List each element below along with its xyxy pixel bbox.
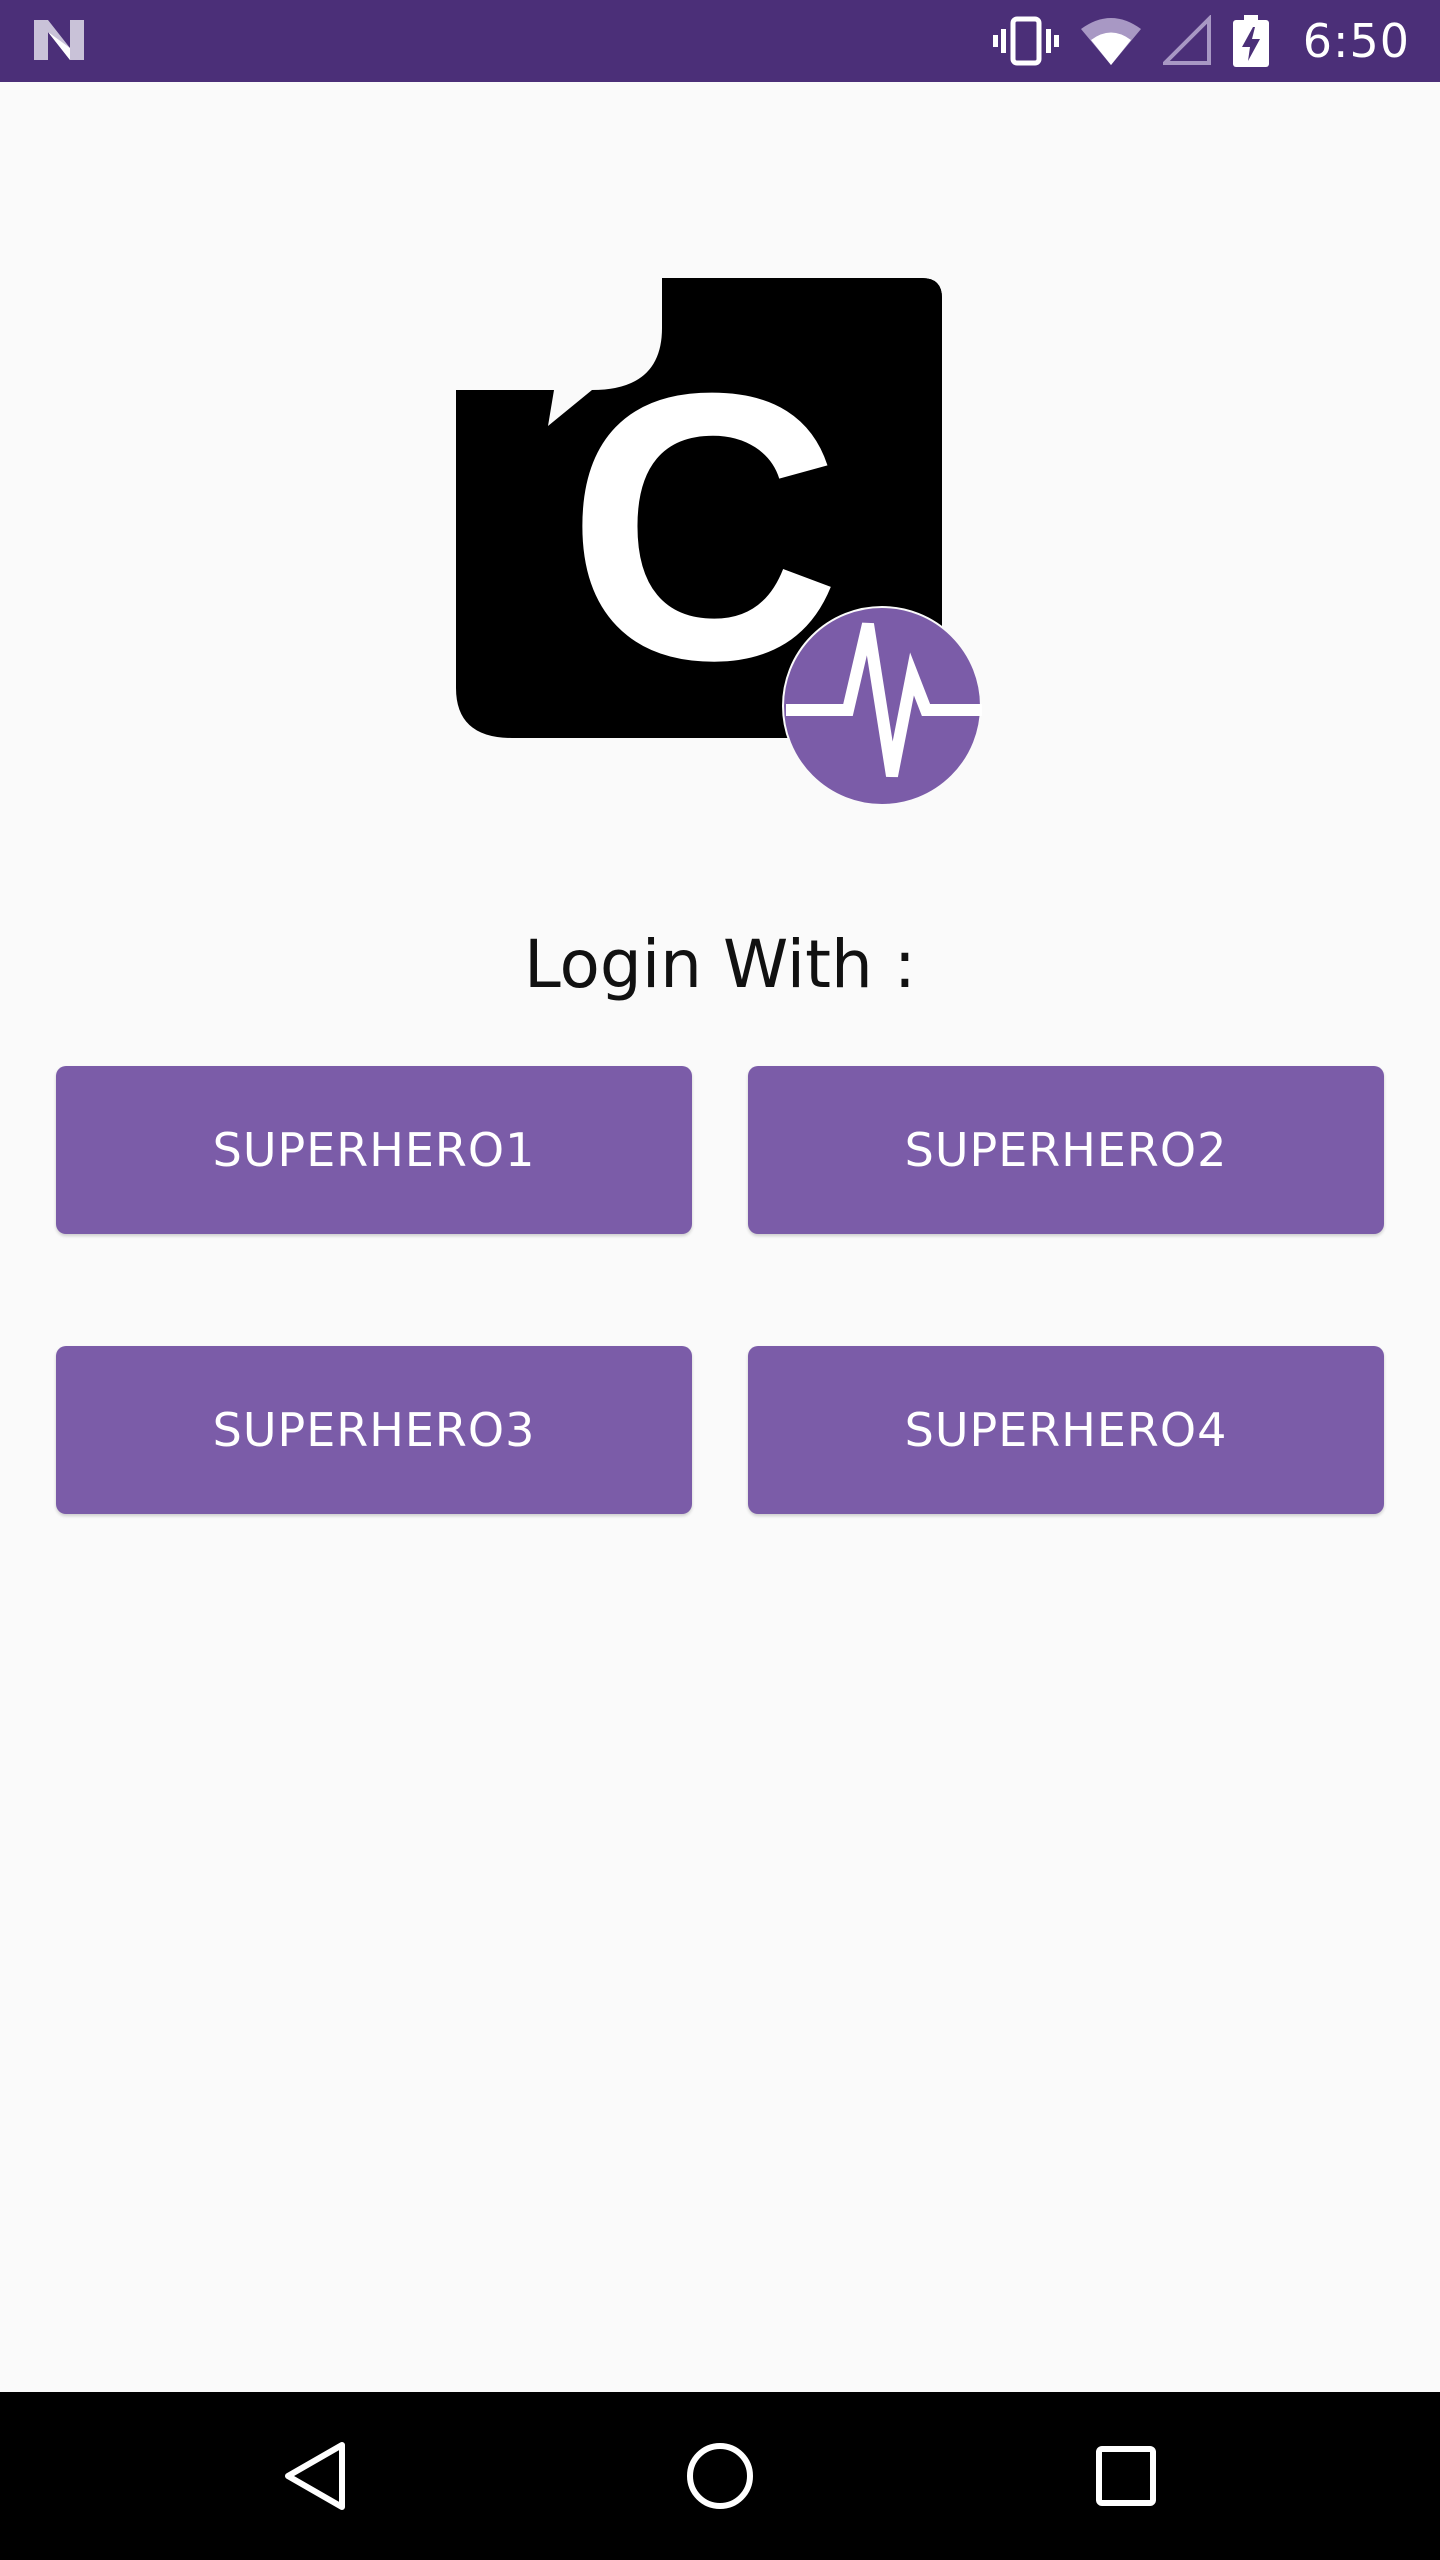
status-icons: 6:50 (992, 0, 1410, 82)
superhero1-button[interactable]: SUPERHERO1 (56, 1066, 692, 1234)
status-bar: 6:50 (0, 0, 1440, 82)
wifi-icon (1080, 18, 1141, 65)
recents-icon (1096, 2446, 1156, 2506)
battery-charging-icon (1232, 15, 1269, 67)
status-time: 6:50 (1302, 14, 1410, 68)
superhero4-button[interactable]: SUPERHERO4 (748, 1346, 1384, 1514)
notification-n-icon (34, 20, 84, 60)
back-button[interactable] (236, 2392, 396, 2560)
login-with-label: Login With : (523, 926, 917, 1003)
cell-signal-icon (1162, 15, 1211, 65)
back-icon (285, 2442, 345, 2510)
home-button[interactable] (640, 2392, 800, 2560)
superhero2-button[interactable]: SUPERHERO2 (748, 1066, 1384, 1234)
recents-button[interactable] (1046, 2392, 1206, 2560)
app-logo: C (456, 278, 982, 806)
vibrate-icon (992, 16, 1059, 66)
superhero3-button[interactable]: SUPERHERO3 (56, 1346, 692, 1514)
home-icon (687, 2443, 753, 2509)
navigation-bar (0, 2392, 1440, 2560)
pulse-badge-icon (782, 606, 982, 806)
